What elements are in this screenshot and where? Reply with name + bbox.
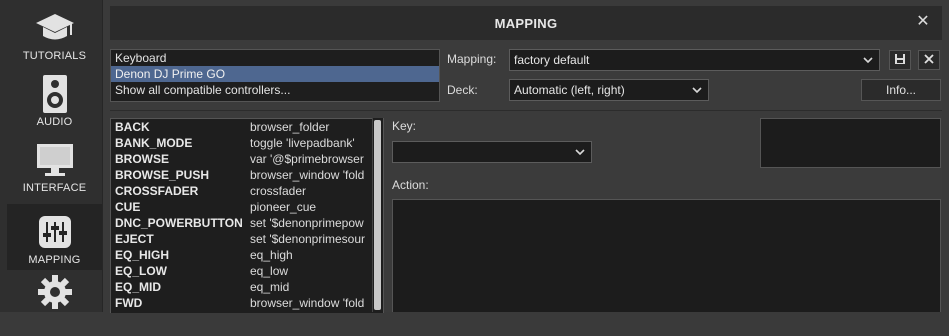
key-list-row[interactable]: BACK browser_folder xyxy=(111,119,383,135)
dialog-title: MAPPING xyxy=(494,16,558,31)
scrollbar-thumb[interactable] xyxy=(374,120,381,310)
key-list-row[interactable]: CUE pioneer_cue xyxy=(111,199,383,215)
close-icon[interactable]: ✕ xyxy=(914,13,932,31)
key-action: eq_low xyxy=(250,264,289,278)
gear-icon xyxy=(7,272,102,312)
sidebar-item-label: TUTORIALS xyxy=(22,50,87,62)
key-action: toggle 'livepadbank' xyxy=(250,136,355,150)
key-list-row[interactable]: EQ_LOW eq_low xyxy=(111,263,383,279)
sidebar-item-audio[interactable]: AUDIO xyxy=(7,66,102,132)
dialog-titlebar: MAPPING ✕ xyxy=(110,6,942,40)
key-name: BANK_MODE xyxy=(115,136,193,150)
key-list-scrollbar[interactable] xyxy=(372,118,383,312)
key-action: eq_mid xyxy=(250,280,290,294)
key-name: FWD xyxy=(115,296,143,310)
sidebar-item-label: MAPPING xyxy=(28,254,81,266)
save-icon xyxy=(894,53,906,68)
deck-select[interactable]: Automatic (left, right) xyxy=(509,79,709,101)
key-name: BACK xyxy=(115,120,150,134)
sidebar-item-mapping[interactable]: MAPPING xyxy=(7,204,102,270)
sidebar: TUTORIALS AUDIO INTERFACE MAPPING xyxy=(0,0,102,312)
key-list-row[interactable]: DNC_POWERBUTTON set '$denonprimepow xyxy=(111,215,383,231)
key-list-row[interactable]: BROWSE_PUSH browser_window 'fold xyxy=(111,167,383,183)
controller-item-show-all[interactable]: Show all compatible controllers... xyxy=(111,82,439,98)
save-mapping-button[interactable] xyxy=(889,50,911,70)
deck-label: Deck: xyxy=(447,83,478,97)
key-action: browser_folder xyxy=(250,120,330,134)
key-name: EQ_MID xyxy=(115,280,162,294)
key-info-box xyxy=(760,118,941,168)
info-button[interactable]: Info... xyxy=(861,79,941,101)
sidebar-item-tutorials[interactable]: TUTORIALS xyxy=(7,0,102,66)
key-name: BROWSE_PUSH xyxy=(115,168,210,182)
key-action: eq_high xyxy=(250,248,293,262)
key-name: EQ_LOW xyxy=(115,264,168,278)
key-action: browser_window 'fold xyxy=(250,296,365,310)
key-action: set '$denonprimepow xyxy=(250,216,364,230)
action-label: Action: xyxy=(392,178,429,192)
key-action: set '$denonprimesour xyxy=(250,232,366,246)
key-list-row[interactable]: BANK_MODE toggle 'livepadbank' xyxy=(111,135,383,151)
key-action: pioneer_cue xyxy=(250,200,317,214)
chevron-down-icon xyxy=(575,142,585,170)
key-list-row[interactable]: EJECT set '$denonprimesour xyxy=(111,231,383,247)
key-action: browser_window 'fold xyxy=(250,168,365,182)
controller-item-keyboard[interactable]: Keyboard xyxy=(111,50,439,66)
sidebar-item-label: INTERFACE xyxy=(22,182,87,194)
key-select[interactable] xyxy=(392,141,592,163)
delete-mapping-button[interactable] xyxy=(918,50,940,70)
chevron-down-icon xyxy=(863,50,873,78)
section-divider xyxy=(110,110,942,111)
sidebar-divider xyxy=(102,0,103,312)
key-action: var '@$primebrowser xyxy=(250,152,364,166)
key-name: DNC_POWERBUTTON xyxy=(115,216,243,230)
key-list-row[interactable]: BROWSE var '@$primebrowser xyxy=(111,151,383,167)
key-list-row[interactable]: FWD browser_window 'fold xyxy=(111,295,383,311)
key-list-row[interactable]: EQ_MID eq_mid xyxy=(111,279,383,295)
speaker-icon xyxy=(7,74,102,114)
key-name: BROWSE xyxy=(115,152,169,166)
deck-select-value: Automatic (left, right) xyxy=(514,83,625,97)
key-name: CROSSFADER xyxy=(115,184,199,198)
chevron-down-icon xyxy=(692,80,702,108)
key-list-row[interactable]: EQ_HIGH eq_high xyxy=(111,247,383,263)
controller-item-denon-prime-go[interactable]: Denon DJ Prime GO xyxy=(111,66,439,82)
sliders-icon xyxy=(7,212,102,252)
close-icon xyxy=(924,53,934,67)
sidebar-item-settings[interactable] xyxy=(7,270,102,336)
key-label: Key: xyxy=(392,119,417,133)
monitor-icon xyxy=(7,140,102,180)
mapping-select[interactable]: factory default xyxy=(509,49,880,71)
key-list[interactable]: BACK browser_folder BANK_MODE toggle 'livep… xyxy=(110,118,384,313)
key-name: CUE xyxy=(115,200,141,214)
graduation-cap-icon xyxy=(7,8,102,48)
key-name: EJECT xyxy=(115,232,154,246)
mapping-select-value: factory default xyxy=(514,53,590,67)
action-textarea[interactable] xyxy=(392,199,941,312)
mapping-label: Mapping: xyxy=(447,52,497,66)
key-action: crossfader xyxy=(250,184,307,198)
key-list-row[interactable]: CROSSFADER crossfader xyxy=(111,183,383,199)
sidebar-item-label: AUDIO xyxy=(36,116,73,128)
key-name: EQ_HIGH xyxy=(115,248,170,262)
sidebar-item-interface[interactable]: INTERFACE xyxy=(7,132,102,198)
controller-list[interactable]: Keyboard Denon DJ Prime GO Show all comp… xyxy=(110,49,440,102)
